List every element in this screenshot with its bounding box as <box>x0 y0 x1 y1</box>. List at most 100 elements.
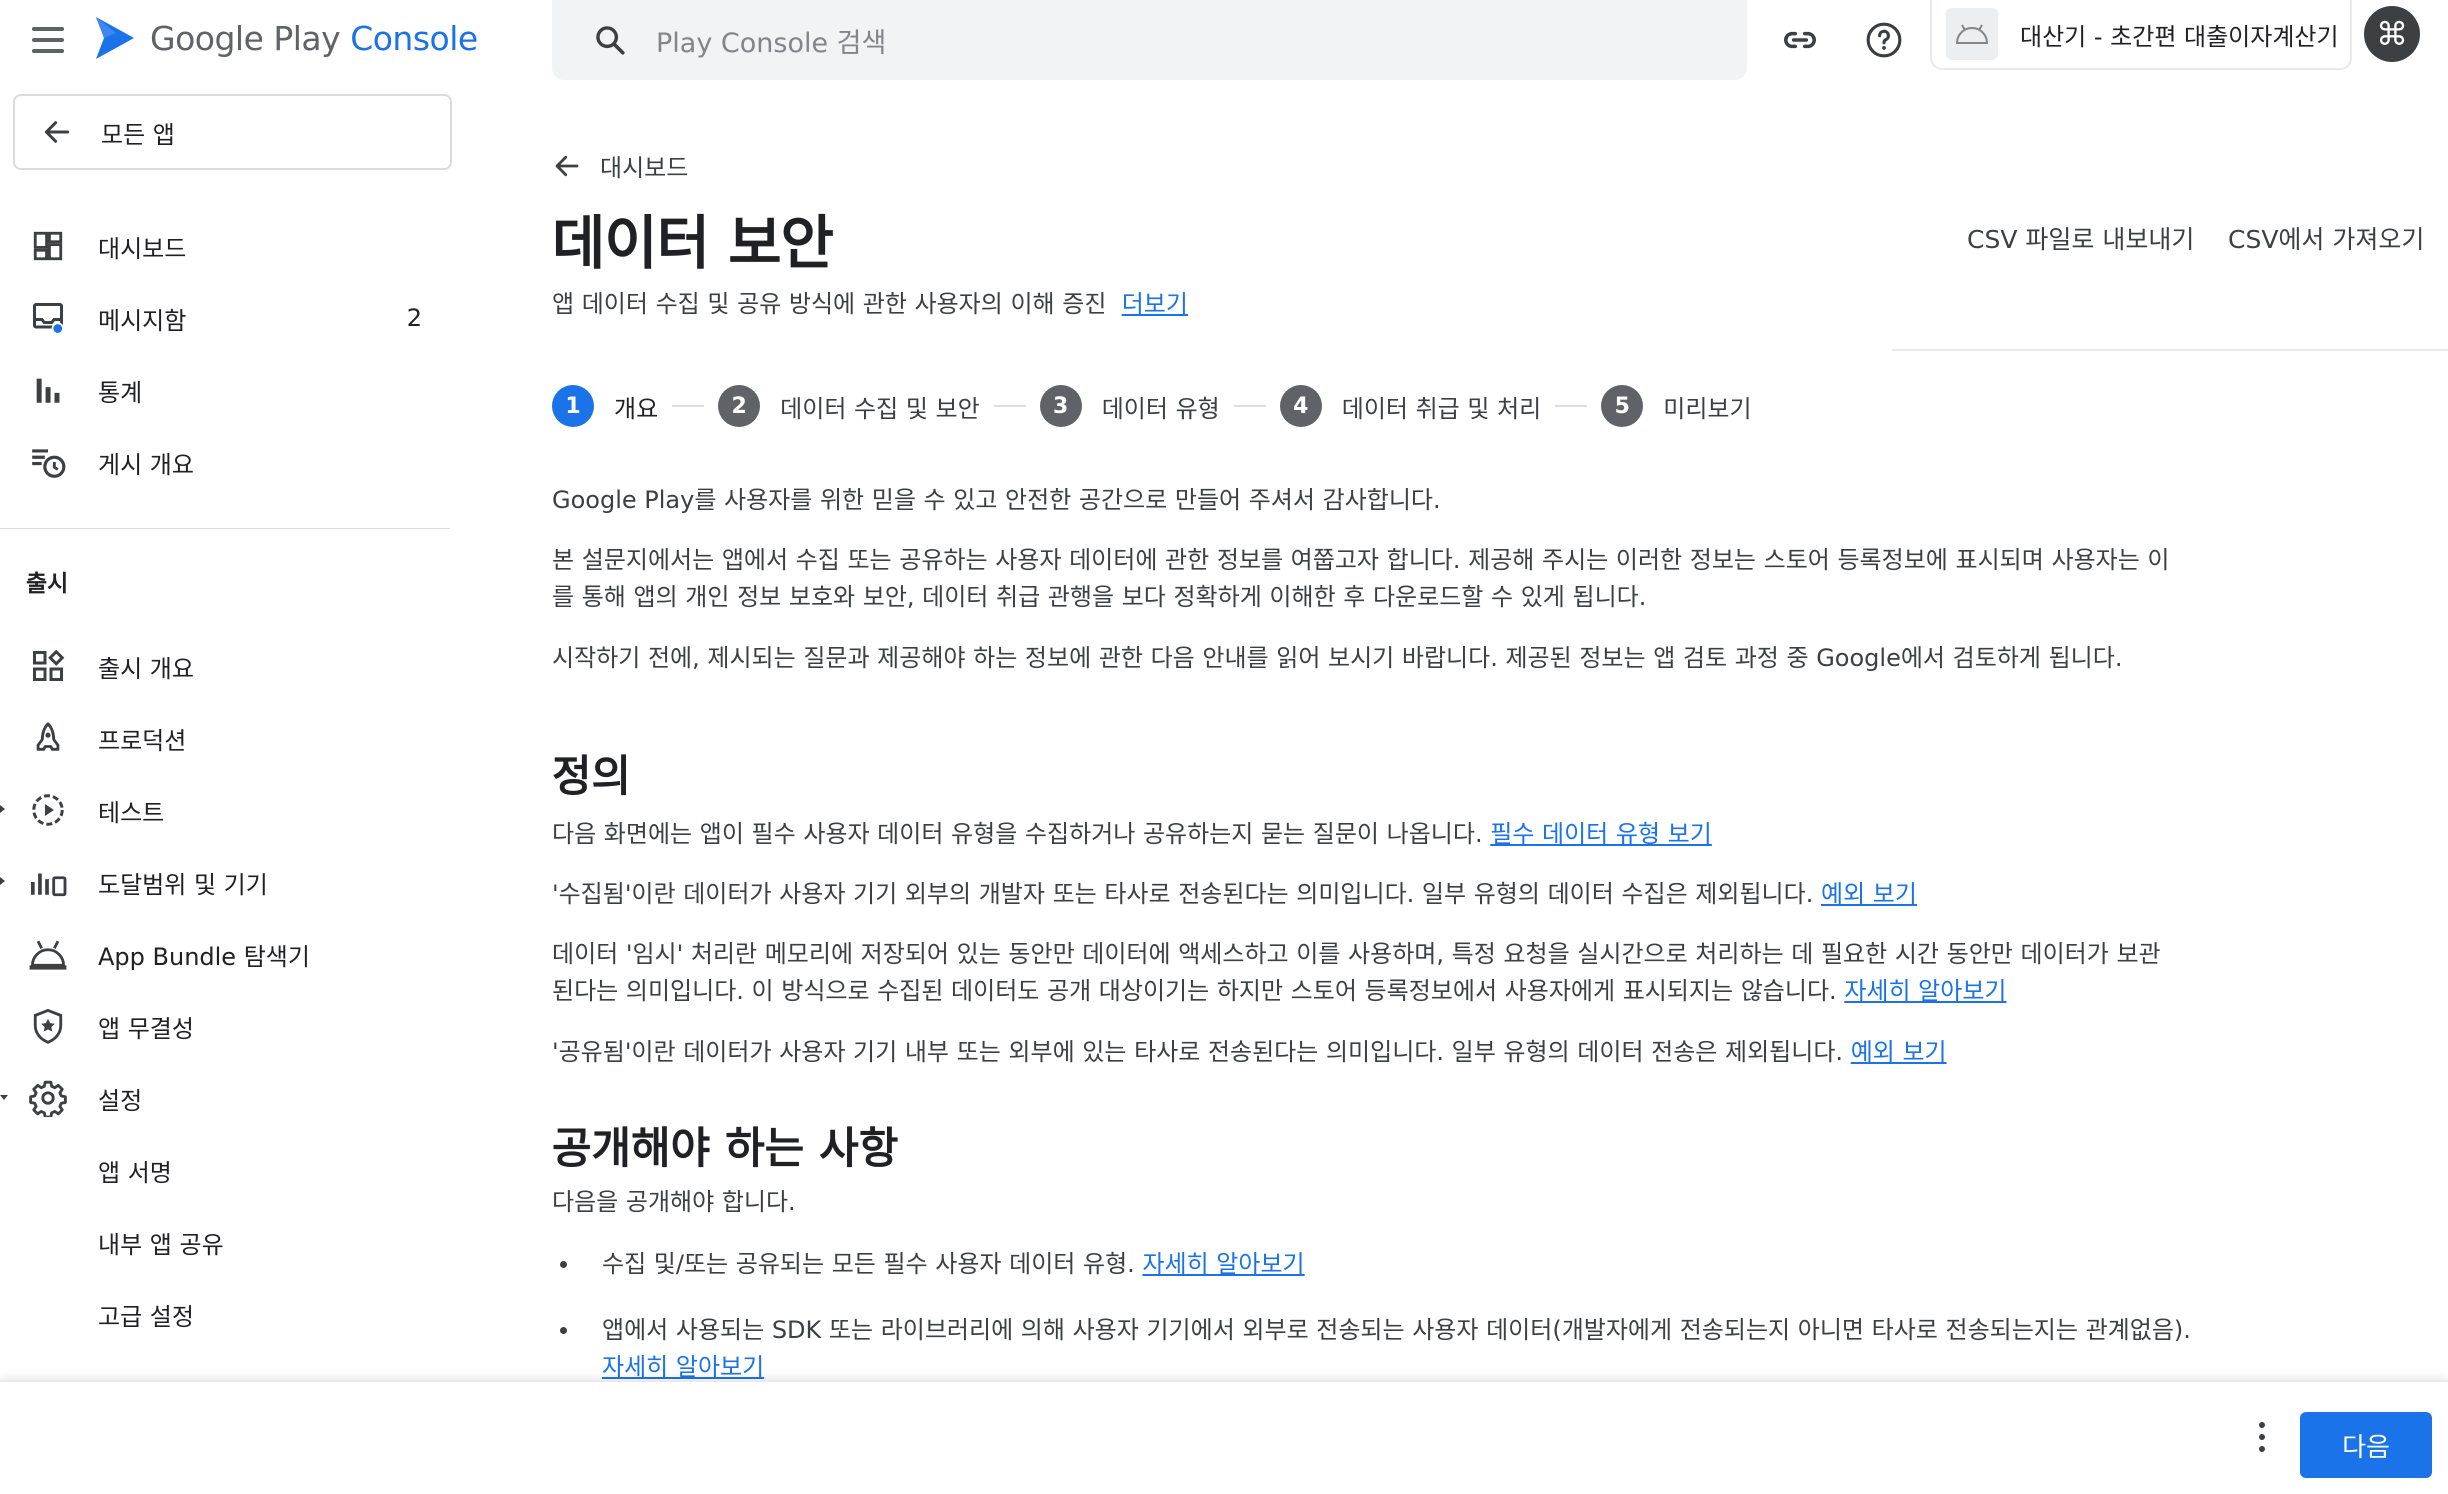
sidebar-item-dashboard[interactable]: 대시보드 <box>0 214 450 278</box>
all-apps-button[interactable]: 모든 앱 <box>13 94 452 170</box>
breadcrumb-label: 대시보드 <box>600 154 689 182</box>
help-icon[interactable] <box>1862 18 1906 62</box>
step-number: 2 <box>718 385 761 427</box>
definition-text: '공유됨'이란 데이터가 사용자 기기 내부 또는 외부에 있는 타사로 전송된… <box>552 1038 1844 1066</box>
definition-text: 다음 화면에는 앱이 필수 사용자 데이터 유형을 수집하거나 공유하는지 묻는… <box>552 820 1483 848</box>
required-data-types-link[interactable]: 필수 데이터 유형 보기 <box>1490 820 1712 848</box>
step-connector <box>672 405 705 407</box>
step-connector <box>1555 405 1588 407</box>
step-label: 미리보기 <box>1663 394 1752 423</box>
sidebar-item-label: 메시지함 <box>98 306 187 335</box>
step-number: 3 <box>1039 385 1082 427</box>
sidebar-divider <box>0 528 450 529</box>
schedule-list-icon <box>28 442 68 482</box>
import-csv-button[interactable]: CSV에서 가져오기 <box>2228 220 2424 256</box>
learn-more-link[interactable]: 자세히 알아보기 <box>1844 977 2006 1005</box>
step-number: 1 <box>552 385 594 427</box>
sidebar-item-production[interactable]: 프로덕션 <box>0 706 450 770</box>
arrow-back-icon <box>37 112 77 152</box>
step-connector <box>993 405 1026 407</box>
exceptions-link[interactable]: 예외 보기 <box>1851 1038 1947 1066</box>
link-icon[interactable] <box>1778 18 1822 62</box>
list-item-text: 수집 및/또는 공유되는 모든 필수 사용자 데이터 유형. <box>602 1250 1135 1278</box>
top-bar: Google Play Console Play Console 검색 대산기 … <box>0 0 2448 80</box>
list-item: 앱에서 사용되는 SDK 또는 라이브러리에 의해 사용자 기기에서 외부로 전… <box>552 1312 2192 1386</box>
step-data-handling[interactable]: 4 데이터 취급 및 처리 <box>1279 385 1542 427</box>
sidebar-section-release: 출시 <box>26 571 69 597</box>
android-bundle-icon <box>28 934 68 974</box>
sidebar-item-reach-devices[interactable]: 도달범위 및 기기 <box>0 850 450 914</box>
sidebar-item-inbox[interactable]: 메시지함 2 <box>0 286 450 350</box>
play-console-logo[interactable]: Google Play Console <box>92 10 478 66</box>
sidebar-item-internal-app-sharing[interactable]: 내부 앱 공유 <box>0 1210 450 1274</box>
gear-icon <box>28 1078 68 1118</box>
next-button[interactable]: 다음 <box>2300 1412 2432 1478</box>
search-icon[interactable] <box>590 20 630 60</box>
step-connector <box>1233 405 1266 407</box>
rocket-icon <box>28 718 68 758</box>
subtitle-text: 앱 데이터 수집 및 공유 방식에 관한 사용자의 이해 증진 <box>552 290 1107 318</box>
sidebar-item-label: 앱 서명 <box>98 1158 172 1187</box>
step-number: 5 <box>1601 385 1644 427</box>
list-item-text: 앱에서 사용되는 SDK 또는 라이브러리에 의해 사용자 기기에서 외부로 전… <box>602 1316 2191 1344</box>
step-data-types[interactable]: 3 데이터 유형 <box>1039 385 1220 427</box>
learn-more-link[interactable]: 자세히 알아보기 <box>602 1353 764 1381</box>
step-preview[interactable]: 5 미리보기 <box>1601 385 1752 427</box>
sidebar: 모든 앱 대시보드 메시지함 2 통계 게시 개요 출시 출시 개요 프로덕션 … <box>0 80 460 1380</box>
android-icon <box>1946 8 1998 60</box>
page-subtitle: 앱 데이터 수집 및 공유 방식에 관한 사용자의 이해 증진 더보기 <box>552 284 1188 319</box>
devices-chart-icon <box>28 862 68 902</box>
page-title: 데이터 보안 <box>552 209 834 277</box>
footer-bar: 다음 <box>0 1380 2448 1494</box>
search-input[interactable]: Play Console 검색 <box>656 21 886 60</box>
sidebar-item-label: 프로덕션 <box>98 726 187 755</box>
sidebar-item-app-bundle-explorer[interactable]: App Bundle 탐색기 <box>0 922 450 986</box>
step-label: 데이터 취급 및 처리 <box>1341 394 1542 423</box>
bar-chart-icon <box>28 370 68 410</box>
header-divider <box>1892 349 2448 351</box>
sidebar-item-testing[interactable]: 테스트 <box>0 778 450 842</box>
step-overview[interactable]: 1 개요 <box>552 385 658 427</box>
play-console-logo-icon <box>96 17 134 59</box>
app-name: 대산기 - 초간편 대출이자계산기 <box>2020 22 2339 51</box>
sidebar-item-app-integrity[interactable]: 앱 무결성 <box>0 994 450 1058</box>
step-data-collection[interactable]: 2 데이터 수집 및 보안 <box>718 385 980 427</box>
learn-more-link[interactable]: 자세히 알아보기 <box>1142 1250 1304 1278</box>
sidebar-item-release-overview[interactable]: 출시 개요 <box>0 634 450 698</box>
sidebar-item-label: 설정 <box>98 1086 143 1115</box>
sidebar-item-publishing-overview[interactable]: 게시 개요 <box>0 430 450 494</box>
export-csv-button[interactable]: CSV 파일로 내보내기 <box>1967 220 2194 256</box>
sidebar-item-label: 테스트 <box>98 798 165 827</box>
sidebar-item-settings[interactable]: 설정 <box>0 1066 450 1130</box>
learn-more-link[interactable]: 더보기 <box>1122 290 1188 318</box>
sidebar-item-label: 통계 <box>98 378 143 407</box>
sidebar-item-label: 출시 개요 <box>98 654 194 683</box>
definition-paragraph-4: '공유됨'이란 데이터가 사용자 기기 내부 또는 외부에 있는 타사로 전송된… <box>552 1034 2172 1071</box>
sidebar-item-advanced-settings[interactable]: 고급 설정 <box>0 1282 450 1346</box>
intro-paragraph-3: 시작하기 전에, 제시되는 질문과 제공해야 하는 정보에 관한 다음 안내를 … <box>552 644 2123 672</box>
arrow-back-icon <box>555 155 579 176</box>
logo-text: Google Play Console <box>150 19 478 58</box>
app-selector[interactable]: 대산기 - 초간편 대출이자계산기 <box>1930 0 2352 70</box>
more-vert-icon[interactable] <box>2242 1412 2282 1462</box>
breadcrumb[interactable]: 대시보드 <box>552 148 688 183</box>
intro-paragraph-2: 본 설문지에서는 앱에서 수집 또는 공유하는 사용자 데이터에 관한 정보를 … <box>552 546 2170 611</box>
menu-icon[interactable] <box>28 20 68 60</box>
sidebar-item-label: 게시 개요 <box>98 450 194 479</box>
logo-suffix: Console <box>350 18 478 58</box>
play-circle-icon <box>28 790 68 830</box>
shield-icon <box>28 1006 68 1046</box>
definition-text: '수집됨'이란 데이터가 사용자 기기 외부의 개발자 또는 타사로 전송된다는… <box>552 880 1814 908</box>
command-icon: ⌘ <box>2376 15 2408 53</box>
sidebar-item-statistics[interactable]: 통계 <box>0 358 450 422</box>
exceptions-link[interactable]: 예외 보기 <box>1821 880 1917 908</box>
step-label: 데이터 유형 <box>1101 394 1220 423</box>
logo-prefix: Google Play <box>150 18 341 58</box>
search-bar[interactable]: Play Console 검색 <box>552 0 1747 80</box>
account-avatar[interactable]: ⌘ <box>2364 6 2420 62</box>
release-overview-icon <box>28 646 68 686</box>
stepper: 1 개요 2 데이터 수집 및 보안 3 데이터 유형 4 데이터 취급 및 처… <box>552 382 1752 430</box>
sidebar-item-app-signing[interactable]: 앱 서명 <box>0 1138 450 1202</box>
sidebar-item-label: 앱 무결성 <box>98 1014 194 1043</box>
definition-paragraph-2: '수집됨'이란 데이터가 사용자 기기 외부의 개발자 또는 타사로 전송된다는… <box>552 876 2172 913</box>
